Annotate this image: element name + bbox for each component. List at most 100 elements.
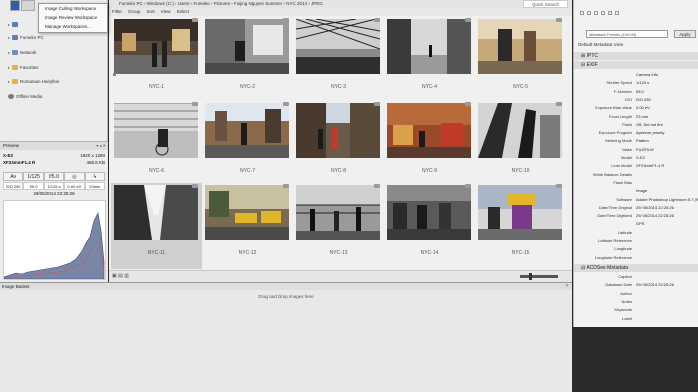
metadata-value[interactable]: Camera Info xyxy=(636,71,658,78)
metadata-value[interactable]: 1/125 s xyxy=(636,79,649,86)
metadata-value[interactable]: 29/ 05/2014 22:25:26 xyxy=(636,204,674,211)
thumbnail-cell[interactable]: NYC-2 xyxy=(202,17,293,103)
metadata-value[interactable]: Off, Did not fire xyxy=(636,121,663,128)
thumbnail-cell[interactable]: NYC-14 xyxy=(384,183,475,269)
thumbnail-cell[interactable]: NYC-1 xyxy=(111,17,202,103)
expand-icon[interactable]: ▸ xyxy=(8,35,10,40)
thumbnail-image[interactable] xyxy=(296,103,380,158)
thumbnail-cell[interactable]: NYC-15 xyxy=(475,183,566,269)
close-icon[interactable]: ✕ xyxy=(565,283,569,289)
metadata-row: Author xyxy=(574,290,698,297)
folder-item-offline[interactable]: Offline Media xyxy=(8,92,42,101)
apply-button[interactable]: Apply xyxy=(674,30,696,38)
menu-item-culling[interactable]: Image Culling Workspace xyxy=(39,4,107,13)
folder-item-favorites[interactable]: ▸ Favorites xyxy=(8,63,39,72)
image-basket-panel: Image Basket ✕ Drag and Drop images here xyxy=(0,282,572,392)
thumbnail-image[interactable] xyxy=(478,19,562,74)
section-exif[interactable]: ⊟ EXIF xyxy=(574,61,698,69)
quick-search-field[interactable]: Quick Search xyxy=(522,0,568,8)
expand-icon[interactable]: ▸ xyxy=(8,65,10,70)
thumbnail-size-slider[interactable] xyxy=(520,275,558,278)
metadata-value[interactable]: f/5.0 xyxy=(636,88,644,95)
thumbnail-image[interactable] xyxy=(296,19,380,74)
thumbnail-cell[interactable]: NYC-8 xyxy=(293,101,384,187)
metadata-value[interactable]: 29/ 05/2014 22:25:26 xyxy=(636,212,674,219)
format-badge-icon xyxy=(192,18,198,22)
metadata-value[interactable]: 29/ 05/2014 22:25:26 xyxy=(636,281,674,288)
metadata-value[interactable]: FUJIFILM xyxy=(636,146,654,153)
thumbnail-image[interactable] xyxy=(478,185,562,240)
metadata-value[interactable]: Adobe Photoshop Lightroom 5.7 (Windows) xyxy=(636,196,698,203)
thumbnail-image[interactable] xyxy=(296,185,380,240)
slider-knob[interactable] xyxy=(529,273,532,280)
ev-val: 0.00 eV xyxy=(64,182,85,190)
folder-item-pc[interactable]: ▸ Fumeko PC xyxy=(8,33,44,42)
metadata-key: F-Number xyxy=(613,88,632,94)
folder-item-library[interactable]: ▸ xyxy=(8,20,19,29)
expand-icon[interactable]: ▸ xyxy=(8,22,10,27)
thumbnail-cell[interactable]: NYC-9 xyxy=(384,101,475,187)
preview-title: Preview ▾ ◂ ✕ xyxy=(0,142,108,150)
view-menu[interactable]: View xyxy=(161,8,171,16)
tool-icon[interactable] xyxy=(580,11,584,15)
thumbnail-image[interactable] xyxy=(387,103,471,158)
tool-icon[interactable] xyxy=(594,11,598,15)
metadata-row: Latitude xyxy=(574,229,698,236)
section-iptc[interactable]: ⊞ IPTC xyxy=(574,52,698,60)
metadata-value[interactable]: Pattern xyxy=(636,137,649,144)
thumbnail-image[interactable] xyxy=(114,185,198,240)
thumbnail-cell[interactable]: NYC-4 xyxy=(384,17,475,103)
expand-icon[interactable]: ▸ xyxy=(8,79,10,84)
thumbnail-image[interactable] xyxy=(205,19,289,74)
metadata-value[interactable]: 23 mm xyxy=(636,113,648,120)
drop-zone-text: Drag and Drop images here xyxy=(258,294,314,299)
expand-icon[interactable]: ▸ xyxy=(8,50,10,55)
thumbnail-label: NYC-6 xyxy=(148,168,164,174)
metadata-value[interactable]: Aperture priority xyxy=(636,129,664,136)
thumbnail-cell-selected[interactable]: NYC-11 xyxy=(111,183,202,269)
file-status-icon xyxy=(113,73,116,76)
folders-tab-icon[interactable] xyxy=(10,0,20,11)
metadata-view-select[interactable]: Default Metadata View xyxy=(578,41,696,49)
thumbnail-cell[interactable]: NYC-3 xyxy=(293,17,384,103)
tool-icon[interactable] xyxy=(587,11,591,15)
folder-item-network[interactable]: ▸ Network xyxy=(8,48,37,57)
thumbnail-cell[interactable]: NYC-7 xyxy=(202,101,293,187)
thumbnail-image[interactable] xyxy=(114,103,198,158)
metadata-preset-select[interactable]: Metadata Presets (Ctrl+M) xyxy=(586,30,668,38)
metadata-value[interactable]: GPS xyxy=(636,220,644,227)
thumbnail-image[interactable] xyxy=(114,19,198,74)
metadata-value[interactable]: 0.00 eV xyxy=(636,104,650,111)
group-menu[interactable]: Group xyxy=(128,8,141,16)
metadata-value[interactable]: ISO 250 xyxy=(636,96,651,103)
section-acdsee[interactable]: ⊟ ACDSee Metadata xyxy=(574,264,698,272)
catalog-tab[interactable] xyxy=(21,0,35,11)
menu-item-manage[interactable]: Manage Workspaces... xyxy=(39,22,107,31)
metadata-value[interactable]: X-E2 xyxy=(636,154,645,161)
thumbnail-image[interactable] xyxy=(478,103,562,158)
select-menu[interactable]: Select xyxy=(176,8,189,16)
sort-menu[interactable]: Sort xyxy=(147,8,155,16)
filter-menu[interactable]: Filter xyxy=(112,8,122,16)
view-mode-icons[interactable]: ▣ ▤ ▥ xyxy=(112,273,129,279)
thumbnail-cell[interactable]: NYC-5 xyxy=(475,17,566,103)
thumbnail-cell[interactable]: NYC-6 xyxy=(111,101,202,187)
tool-icon[interactable] xyxy=(615,11,619,15)
thumbnail-image[interactable] xyxy=(387,19,471,74)
thumbnail-image[interactable] xyxy=(205,103,289,158)
metadata-key: Focal Length xyxy=(608,113,632,119)
folder-item-romanian[interactable]: ▸ Romanian Hairylbin xyxy=(8,77,59,86)
thumbnail-image[interactable] xyxy=(205,185,289,240)
tool-icon[interactable] xyxy=(608,11,612,15)
thumbnail-image[interactable] xyxy=(387,185,471,240)
panel-controls[interactable]: ▾ ◂ ✕ xyxy=(96,142,106,150)
thumbnail-cell[interactable]: NYC-10 xyxy=(475,101,566,187)
tool-icon[interactable] xyxy=(601,11,605,15)
breadcrumb[interactable]: Fumeko PC › Windows (C:) › Users › Fumek… xyxy=(109,0,572,8)
thumbnail-cell[interactable]: NYC-12 xyxy=(202,183,293,269)
metadata-value[interactable]: XF23mmF1.4 R xyxy=(636,162,664,169)
metadata-value[interactable]: Image xyxy=(636,187,647,194)
menu-item-review[interactable]: Image Review Workspace xyxy=(39,13,107,22)
thumbnail-cell[interactable]: NYC-13 xyxy=(293,183,384,269)
metadata-row: Keywords xyxy=(574,306,698,313)
